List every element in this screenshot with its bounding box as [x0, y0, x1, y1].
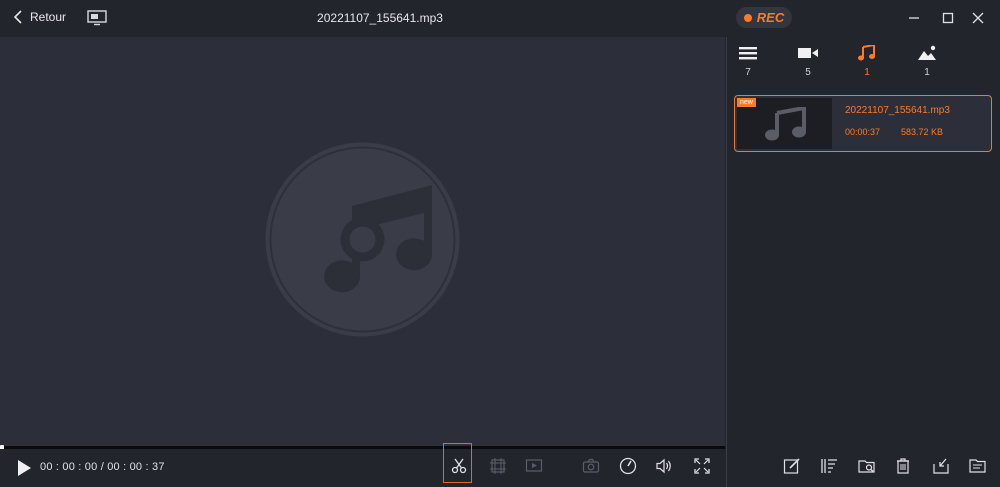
filter-count: 1 — [864, 67, 870, 78]
edit-icon[interactable] — [783, 457, 801, 475]
close-icon[interactable] — [971, 11, 985, 25]
play-icon[interactable] — [15, 459, 33, 477]
folder-icon[interactable] — [969, 457, 987, 475]
music-note-icon — [765, 107, 806, 141]
filter-audio[interactable]: 1 — [847, 45, 887, 78]
record-dot-icon — [743, 13, 752, 22]
rec-label: REC — [756, 10, 785, 25]
filter-video[interactable]: 5 — [788, 45, 828, 78]
trash-icon[interactable] — [894, 457, 912, 475]
video-edit-icon — [525, 459, 543, 472]
file-size: 583.72 KB — [901, 127, 944, 137]
window-title: 20221107_155641.mp3 — [317, 11, 443, 25]
folder-search-icon[interactable] — [858, 457, 876, 475]
music-icon — [858, 45, 875, 61]
filter-image[interactable]: 1 — [907, 45, 947, 78]
image-icon — [918, 45, 936, 60]
title-bar: Retour 20221107_155641.mp3 REC — [0, 0, 1000, 37]
control-bar: 00 : 00 : 00 / 00 : 00 : 37 — [0, 443, 725, 487]
music-disc-icon — [265, 142, 460, 337]
filter-count: 1 — [924, 67, 930, 78]
file-card[interactable]: new 20221107_155641.mp3 00:00:37 583.72 … — [734, 95, 992, 152]
file-sidebar: 7 5 1 1 new 20221107_155641.mp3 00:00:37… — [726, 37, 1000, 487]
camera-icon — [582, 458, 600, 473]
file-duration: 00:00:37 — [845, 127, 881, 137]
new-badge: new — [737, 98, 756, 107]
filter-count: 5 — [805, 67, 811, 78]
maximize-icon[interactable] — [941, 11, 955, 25]
volume-icon[interactable] — [655, 457, 673, 475]
speed-icon[interactable] — [619, 457, 637, 475]
import-icon[interactable] — [932, 457, 950, 475]
file-thumbnail: new — [737, 98, 832, 149]
fullscreen-icon[interactable] — [693, 457, 711, 475]
file-name: 20221107_155641.mp3 — [845, 105, 950, 116]
minimize-icon[interactable] — [907, 11, 921, 25]
video-icon — [798, 48, 818, 58]
sort-icon[interactable] — [820, 457, 838, 475]
crop-icon — [490, 458, 506, 474]
time-display: 00 : 00 : 00 / 00 : 00 : 37 — [40, 461, 165, 473]
list-icon — [739, 47, 757, 60]
filter-count: 7 — [745, 67, 751, 78]
player-area[interactable] — [0, 37, 725, 447]
rec-button[interactable]: REC — [736, 7, 792, 28]
filter-all[interactable]: 7 — [728, 45, 768, 78]
scissors-icon[interactable] — [450, 457, 468, 475]
